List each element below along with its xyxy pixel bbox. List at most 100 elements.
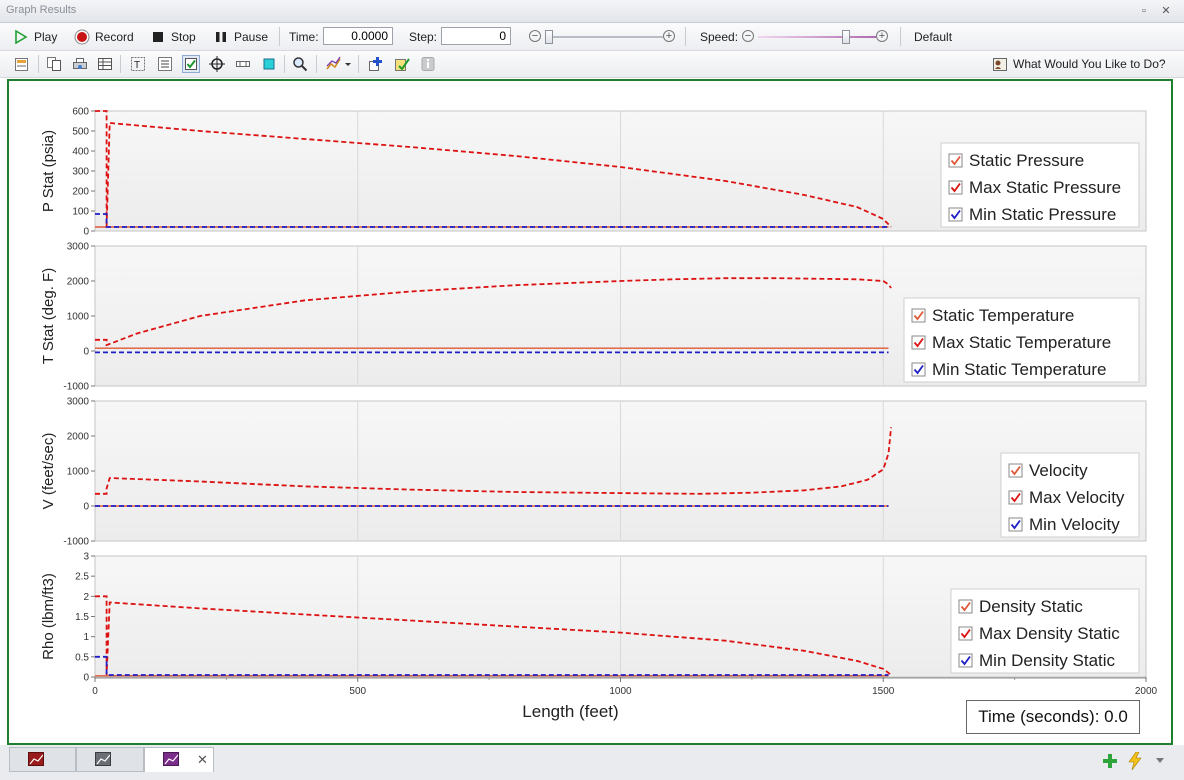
- legend-label: Max Velocity: [1029, 488, 1125, 507]
- x-tick-label: 0: [92, 686, 98, 697]
- table-view-icon[interactable]: [97, 56, 113, 72]
- crosshair-icon[interactable]: [209, 56, 225, 72]
- legend-checkbox-box: [1008, 463, 1023, 478]
- line-style-dropdown-icon[interactable]: [326, 56, 352, 72]
- text-labels-icon[interactable]: T: [130, 56, 146, 72]
- step-input[interactable]: [441, 27, 511, 45]
- y-axis-label: Rho (lbm/ft3): [40, 573, 57, 660]
- record-button[interactable]: Record: [74, 23, 134, 50]
- y-tick-label: 1.5: [75, 612, 89, 623]
- legend-label: Velocity: [1029, 461, 1088, 480]
- close-tab-icon[interactable]: ✕: [197, 752, 208, 768]
- y-tick-label: 2: [83, 592, 89, 603]
- stop-button[interactable]: Stop: [152, 23, 196, 50]
- legend-checkbox-2[interactable]: [911, 335, 926, 350]
- window-title-bar: Graph Results ▫ ✕: [0, 0, 1184, 23]
- time-slider-track[interactable]: [545, 36, 663, 38]
- legend-checkbox-box: [948, 207, 963, 222]
- legend-icon[interactable]: [157, 56, 173, 72]
- speed-slider-thumb[interactable]: [842, 30, 850, 44]
- y-axis-label: V (feet/sec): [40, 433, 57, 510]
- speed-slider-plus-icon[interactable]: +: [876, 30, 888, 42]
- copy-icon[interactable]: [46, 56, 62, 72]
- speed-slider-minus-icon[interactable]: −: [742, 30, 754, 42]
- legend: Velocity Max Velocity Min Velocity: [1000, 452, 1140, 538]
- legend-checkbox-box: [911, 308, 926, 323]
- graph-tab-2-icon: [95, 752, 111, 766]
- time-slider-minus-icon[interactable]: −: [529, 30, 541, 42]
- legend-checkbox-1[interactable]: [958, 599, 973, 614]
- close-icon[interactable]: ✕: [1158, 3, 1174, 19]
- chart-panel-1: 600 500 400 300 200 100 0 P Stat (psia) Static P…: [40, 107, 1147, 238]
- y-tick-label: 1000: [67, 312, 90, 323]
- speed-slider-track[interactable]: [758, 36, 876, 38]
- legend-checkbox-2[interactable]: [1008, 490, 1023, 505]
- legend-checkbox-1[interactable]: [948, 153, 963, 168]
- speed-label: Speed:: [700, 29, 739, 44]
- window-title: Graph Results: [6, 4, 77, 16]
- legend-label: Static Pressure: [969, 151, 1084, 170]
- y-axis-label: P Stat (psia): [40, 130, 57, 212]
- legend-checkbox-box: [958, 653, 973, 668]
- add-graph-icon[interactable]: [368, 56, 384, 72]
- pause-label: Pause: [234, 29, 269, 44]
- graph-tab-1[interactable]: [9, 747, 76, 772]
- y-tick-label: 3: [83, 552, 89, 563]
- legend-checkbox-3[interactable]: [958, 653, 973, 668]
- graph-settings-icon[interactable]: [14, 56, 30, 72]
- y-axis-label: T Stat (deg. F): [40, 268, 57, 364]
- pause-icon: [216, 31, 226, 42]
- legend-checkbox-1[interactable]: [1008, 463, 1023, 478]
- pause-button[interactable]: Pause: [215, 23, 268, 50]
- show-checkbox-icon[interactable]: [182, 55, 200, 73]
- legend-checkbox-box: [911, 362, 926, 377]
- y-tick-label: 2000: [67, 432, 90, 443]
- speed-default-button[interactable]: Default: [914, 23, 952, 50]
- info-disabled-icon[interactable]: [420, 56, 436, 72]
- zoom-icon[interactable]: [292, 56, 308, 72]
- legend-checkbox-box: [911, 335, 926, 350]
- graph-check-icon[interactable]: [394, 56, 410, 72]
- legend-checkbox-1[interactable]: [911, 308, 926, 323]
- print-icon[interactable]: [72, 56, 88, 72]
- y-tick-label: 0: [83, 347, 89, 358]
- help-book-icon: [993, 58, 1007, 71]
- highlight-icon[interactable]: [261, 56, 277, 72]
- x-tick-label: 1500: [872, 686, 895, 697]
- y-tick-label: 0: [83, 227, 89, 238]
- y-tick-label: 100: [72, 207, 89, 218]
- legend-checkbox-3[interactable]: [1008, 517, 1023, 532]
- record-icon: [74, 29, 90, 44]
- graph-tab-2[interactable]: [76, 747, 144, 772]
- graph-tabs-bar: ✕: [0, 745, 1184, 780]
- help-label: What Would You Like to Do?: [1013, 57, 1166, 71]
- legend-checkbox-2[interactable]: [948, 180, 963, 195]
- graph-canvas: 6005004003002001000P Stat (psia) Static P…: [40, 107, 1158, 722]
- legend-checkbox-3[interactable]: [911, 362, 926, 377]
- chart-panel-3: 3000 2000 1000 0 -1000 V (feet/sec) Velocity Ma…: [40, 397, 1147, 548]
- add-tab-icon[interactable]: [1102, 753, 1118, 769]
- time-input[interactable]: [323, 27, 393, 45]
- legend: Density Static Max Density Static Min Dens…: [950, 588, 1140, 674]
- x-tick-label: 2000: [1135, 686, 1158, 697]
- y-tick-label: 600: [72, 107, 89, 118]
- lightning-icon[interactable]: [1128, 752, 1142, 770]
- time-slider-plus-icon[interactable]: +: [663, 30, 675, 42]
- graph-tab-3-active[interactable]: ✕: [144, 747, 214, 772]
- help-button[interactable]: What Would You Like to Do?: [992, 51, 1166, 77]
- y-tick-label: 3000: [67, 397, 90, 408]
- y-tick-label: 0: [83, 673, 89, 684]
- tab-menu-chevron-down-icon[interactable]: [1155, 757, 1165, 765]
- y-tick-label: 300: [72, 167, 89, 178]
- range-icon[interactable]: [235, 56, 251, 72]
- legend-checkbox-3[interactable]: [948, 207, 963, 222]
- stop-icon: [153, 31, 163, 42]
- legend-checkbox-box: [948, 153, 963, 168]
- play-button[interactable]: Play: [14, 23, 57, 50]
- legend-checkbox-2[interactable]: [958, 626, 973, 641]
- legend: Static Temperature Max Static Temperature…: [903, 297, 1140, 383]
- restore-icon[interactable]: ▫: [1136, 3, 1152, 19]
- y-tick-label: 2.5: [75, 572, 89, 583]
- time-slider-thumb[interactable]: [545, 30, 553, 44]
- legend-checkbox-box: [958, 599, 973, 614]
